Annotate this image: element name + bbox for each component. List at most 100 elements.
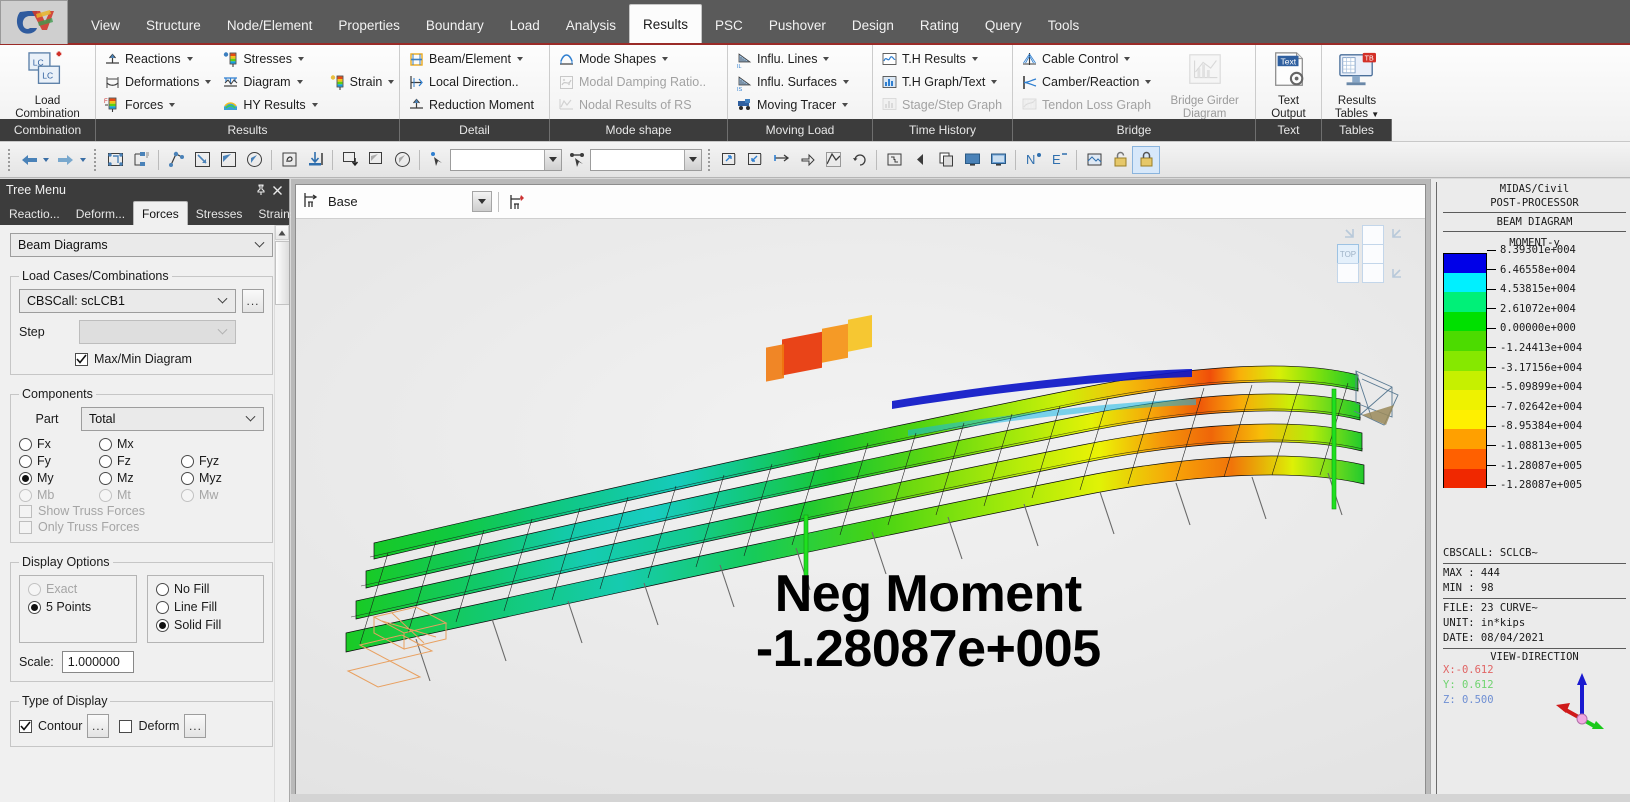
checkbox-contour[interactable]: Contour	[19, 719, 82, 733]
ribbon-button-strain[interactable]: Strain	[327, 70, 400, 94]
close-icon[interactable]	[269, 182, 285, 198]
menu-item-design[interactable]: Design	[839, 6, 907, 44]
view-front-button[interactable]	[1362, 244, 1384, 264]
component-radio-fx[interactable]: Fx	[19, 437, 99, 451]
rotate-icon[interactable]	[846, 147, 872, 173]
menu-item-psc[interactable]: PSC	[702, 6, 756, 44]
ribbon-button-mode-shapes[interactable]: Mode Shapes	[556, 48, 711, 71]
undo-button[interactable]	[16, 147, 42, 173]
menu-item-view[interactable]: View	[78, 6, 133, 44]
redo-button[interactable]	[53, 147, 79, 173]
view-iso-topright-button[interactable]	[1387, 225, 1409, 245]
ribbon-button-local-direction-[interactable]: Local Direction..	[406, 71, 539, 94]
component-radio-fz[interactable]: Fz	[99, 454, 181, 468]
select-node-icon[interactable]	[163, 147, 189, 173]
unselect-free-icon[interactable]	[363, 147, 389, 173]
chevron-down-icon[interactable]	[991, 80, 997, 84]
display-view-icon[interactable]	[959, 147, 985, 173]
ribbon-button-hy-results[interactable]: HY Results	[220, 93, 322, 116]
ribbon-button-beam-element[interactable]: Beam/Element	[406, 48, 539, 71]
component-radio-fy[interactable]: Fy	[19, 454, 99, 468]
select-window-icon[interactable]	[102, 147, 128, 173]
app-logo-button[interactable]	[0, 0, 68, 44]
component-radio-mz[interactable]: Mz	[99, 471, 181, 485]
select-identity-icon[interactable]	[276, 147, 302, 173]
pick-node-icon[interactable]	[424, 147, 450, 173]
ribbon-bigbutton-load-combination[interactable]: LCLCLoadCombination	[4, 47, 91, 117]
display-view-2-icon[interactable]	[985, 147, 1011, 173]
view-top-button[interactable]	[1362, 225, 1384, 245]
redo-dropdown-caret[interactable]	[80, 158, 86, 162]
stage-select-arrow[interactable]	[472, 191, 492, 212]
step-select[interactable]	[79, 320, 236, 344]
precision-option-5-points[interactable]: 5 Points	[28, 600, 128, 614]
ribbon-button-reactions[interactable]: Reactions	[102, 48, 216, 71]
checkbox-deform[interactable]: Deform	[119, 719, 179, 733]
pick-element-icon[interactable]	[564, 147, 590, 173]
chevron-down-icon[interactable]	[297, 80, 303, 84]
tree-tab-reactio[interactable]: Reactio...	[1, 203, 68, 225]
scroll-up-icon[interactable]	[275, 225, 289, 240]
menu-item-query[interactable]: Query	[972, 6, 1035, 44]
fill-option-line-fill[interactable]: Line Fill	[156, 600, 255, 614]
view-bottom-left-button[interactable]	[1337, 263, 1359, 283]
tree-tab-deform[interactable]: Deform...	[68, 203, 133, 225]
component-radio-mx[interactable]: Mx	[99, 437, 181, 451]
menu-item-load[interactable]: Load	[497, 6, 553, 44]
ribbon-button-stresses[interactable]: Stresses	[220, 48, 322, 71]
element-select-value[interactable]	[591, 150, 684, 170]
chevron-down-icon[interactable]	[843, 80, 849, 84]
chevron-down-icon[interactable]	[1145, 80, 1151, 84]
diagram-type-select[interactable]: Beam Diagrams	[10, 233, 273, 257]
select-free-icon[interactable]	[215, 147, 241, 173]
chevron-down-icon[interactable]	[662, 57, 668, 61]
toolbar-grip-3[interactable]	[707, 149, 713, 171]
tree-scrollbar[interactable]	[274, 225, 289, 802]
stage-select-combo[interactable]: Base	[302, 190, 492, 214]
prev-view-icon[interactable]	[907, 147, 933, 173]
ribbon-button-reduction-moment[interactable]: Reduction Moment	[406, 93, 539, 116]
chevron-down-icon[interactable]	[823, 57, 829, 61]
ribbon-button-t-h-graph-text[interactable]: T.H Graph/Text	[879, 71, 1007, 94]
ribbon-button-camber-reaction[interactable]: Camber/Reaction	[1019, 71, 1156, 94]
unselect-circle-icon[interactable]	[389, 147, 415, 173]
zoom-all-icon[interactable]	[820, 147, 846, 173]
tree-tab-forces[interactable]: Forces	[133, 201, 188, 225]
view-iso-topleft-button[interactable]	[1337, 225, 1359, 245]
pin-icon[interactable]	[253, 182, 269, 198]
select-tree-icon[interactable]	[128, 147, 154, 173]
stage-define-icon[interactable]	[505, 189, 531, 215]
chevron-down-icon[interactable]	[169, 103, 175, 107]
tree-tab-stresses[interactable]: Stresses	[188, 203, 251, 225]
component-radio-fyz[interactable]: Fyz	[181, 454, 264, 468]
model-canvas[interactable]: Neg Moment -1.28087e+005 TOP	[296, 219, 1425, 799]
ribbon-button-forces[interactable]: FForces	[102, 93, 216, 116]
element-select-arrow[interactable]	[684, 150, 701, 170]
chevron-down-icon[interactable]	[842, 103, 848, 107]
chevron-down-icon[interactable]	[205, 80, 211, 84]
contour-options-button[interactable]: ...	[87, 714, 109, 738]
chevron-down-icon[interactable]	[1124, 57, 1130, 61]
ribbon-bigbutton-text-output[interactable]: TextTextOutput	[1260, 47, 1317, 117]
ribbon-button-influ-surfaces[interactable]: ISInflu. Surfaces	[734, 71, 854, 94]
chevron-down-icon[interactable]	[972, 57, 978, 61]
menu-item-tools[interactable]: Tools	[1035, 6, 1093, 44]
ribbon-button-cable-control[interactable]: Cable Control	[1019, 48, 1156, 71]
menu-item-node-element[interactable]: Node/Element	[214, 6, 326, 44]
select-plane-icon[interactable]	[302, 147, 328, 173]
component-radio-my[interactable]: My	[19, 471, 99, 485]
lock-open-icon[interactable]	[1107, 147, 1133, 173]
chevron-down-icon[interactable]	[388, 80, 394, 84]
maxmin-checkbox[interactable]	[75, 353, 88, 366]
chevron-down-icon[interactable]	[517, 57, 523, 61]
zoom-window-icon[interactable]	[716, 147, 742, 173]
ribbon-button-diagram[interactable]: Diagram	[220, 71, 322, 94]
component-radio-myz[interactable]: Myz	[181, 471, 264, 485]
unselect-window-icon[interactable]	[337, 147, 363, 173]
node-select-arrow[interactable]	[544, 150, 561, 170]
view-top-label[interactable]: TOP	[1337, 244, 1359, 264]
node-select-value[interactable]	[451, 150, 544, 170]
zoom-out-icon[interactable]	[742, 147, 768, 173]
scale-input[interactable]: 1.000000	[62, 651, 134, 673]
ribbon-button-deformations[interactable]: Deformations	[102, 71, 216, 94]
